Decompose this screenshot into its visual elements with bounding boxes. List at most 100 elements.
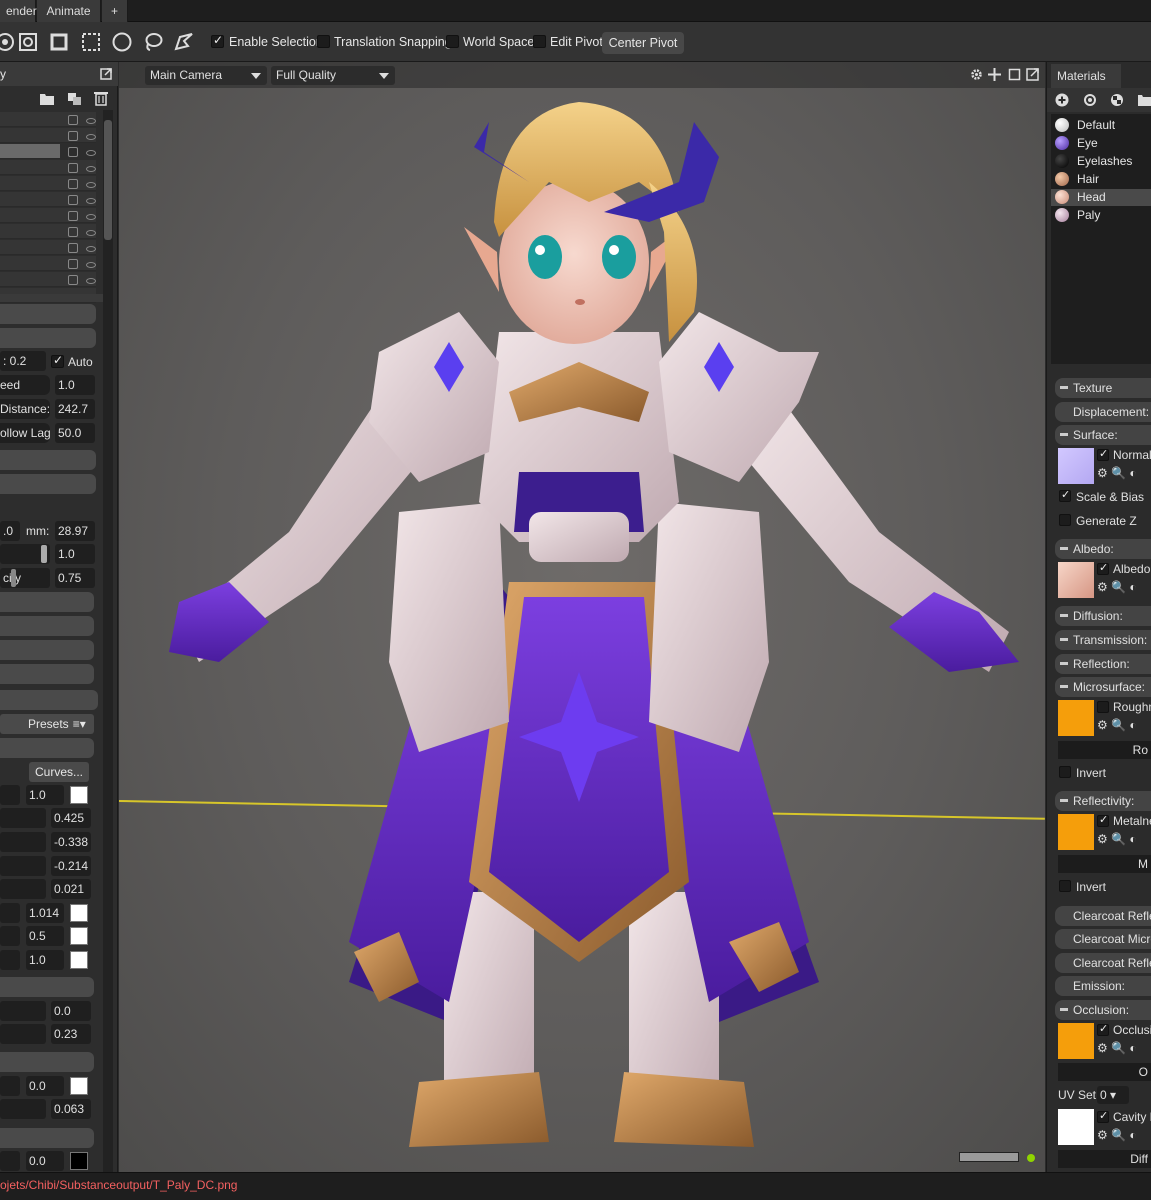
section-reflectivity[interactable]: Reflectivity: (1055, 791, 1151, 811)
section-header[interactable] (0, 304, 96, 324)
tab-animate[interactable]: Animate (37, 0, 101, 22)
metalness-map-checkbox[interactable] (1097, 813, 1109, 827)
value-field[interactable] (0, 1076, 20, 1096)
map-tools[interactable]: ⚙ 🔍 ◐ (1097, 1041, 1151, 1055)
occlusion-channel-button[interactable]: O (1058, 1063, 1151, 1081)
color-swatch[interactable] (70, 1077, 88, 1095)
eye-icon[interactable] (86, 198, 96, 204)
folder-icon[interactable] (1137, 93, 1151, 107)
value-field[interactable] (0, 832, 46, 852)
distance-field[interactable]: 242.7 (55, 399, 95, 419)
lock-icon[interactable] (68, 275, 78, 285)
value-field[interactable]: 0.063 (51, 1099, 91, 1119)
value-field[interactable] (0, 856, 46, 876)
value-field[interactable]: 1.0 (26, 785, 64, 805)
roughness-map-checkbox[interactable] (1097, 701, 1109, 713)
lock-icon[interactable] (68, 211, 78, 221)
value-field[interactable]: -0.214 (51, 856, 91, 876)
roughness-map-thumbnail[interactable] (1058, 700, 1094, 736)
value-field[interactable]: 0.021 (51, 879, 91, 899)
duplicate-icon[interactable] (67, 92, 83, 106)
lock-icon[interactable] (68, 163, 78, 173)
value-field[interactable]: 0.0 (51, 1001, 91, 1021)
section-clearcoat-reflection[interactable]: Clearcoat Refle (1055, 906, 1151, 926)
tab-add[interactable]: + (102, 0, 128, 22)
section-texture[interactable]: Texture (1055, 378, 1151, 398)
section-emission[interactable]: Emission: (1055, 976, 1151, 996)
generate-z-checkbox[interactable] (1059, 514, 1071, 526)
map-tools[interactable]: ⚙ 🔍 ◐ (1097, 466, 1151, 480)
section-clearcoat-reflectivity[interactable]: Clearcoat Refle (1055, 953, 1151, 973)
duplicate-material-icon[interactable] (1083, 93, 1097, 107)
maximize-icon[interactable] (1008, 68, 1021, 81)
outliner-row[interactable] (0, 224, 96, 239)
slider-value-field[interactable]: 1.0 (55, 544, 95, 564)
section-occlusion[interactable]: Occlusion: (1055, 1000, 1151, 1020)
section-header[interactable] (0, 977, 94, 997)
outliner-row[interactable] (0, 160, 96, 175)
map-tools[interactable]: ⚙ 🔍 ◐ (1097, 580, 1151, 594)
color-swatch[interactable] (70, 1152, 88, 1170)
value-field[interactable]: 0.425 (51, 808, 91, 828)
scale-icon[interactable] (17, 31, 39, 53)
section-header[interactable] (0, 640, 94, 660)
left-panel-scrollbar[interactable] (103, 110, 113, 1180)
value-field[interactable] (0, 1024, 46, 1044)
section-clearcoat-microsurface[interactable]: Clearcoat Micro (1055, 929, 1151, 949)
metalness-channel-button[interactable]: M (1058, 855, 1151, 873)
material-item-paly[interactable]: Paly (1051, 207, 1151, 224)
popout-icon[interactable] (1026, 68, 1039, 81)
outliner-row[interactable] (0, 128, 96, 143)
outliner-row-selected[interactable] (0, 144, 60, 159)
curves-button[interactable]: Curves... (29, 762, 89, 782)
slider-handle[interactable] (41, 545, 47, 563)
trash-icon[interactable] (94, 91, 108, 106)
occlusion-map-thumbnail[interactable] (1058, 1023, 1094, 1059)
section-diffusion[interactable]: Diffusion: (1055, 606, 1151, 626)
auto-value-field[interactable]: : 0.2 (0, 351, 46, 371)
center-pivot-button[interactable]: Center Pivot (602, 32, 684, 54)
material-item-eye[interactable]: Eye (1051, 135, 1151, 152)
gear-icon[interactable] (970, 68, 983, 81)
invert-checkbox[interactable] (1059, 880, 1071, 892)
outliner-row[interactable] (0, 192, 96, 207)
box-select-icon[interactable] (80, 31, 102, 53)
cavity-map-thumbnail[interactable] (1058, 1109, 1094, 1145)
speed-field[interactable]: 1.0 (55, 375, 95, 395)
section-albedo[interactable]: Albedo: (1055, 539, 1151, 559)
outliner-row[interactable] (0, 208, 96, 223)
outliner-row[interactable] (0, 112, 96, 127)
checker-icon[interactable] (1110, 93, 1124, 107)
rotate-icon[interactable] (0, 31, 16, 53)
color-swatch[interactable] (70, 951, 88, 969)
lock-icon[interactable] (68, 259, 78, 269)
section-header[interactable] (0, 664, 94, 684)
mm-left-field[interactable]: .0 (0, 521, 20, 541)
enable-selection-checkbox[interactable] (211, 33, 224, 48)
value-field[interactable] (0, 879, 46, 899)
lock-icon[interactable] (68, 131, 78, 141)
mm-field[interactable]: 28.97 (55, 521, 95, 541)
lock-icon[interactable] (68, 195, 78, 205)
value-field[interactable]: 0.5 (26, 926, 64, 946)
value-field[interactable]: 1.0 (26, 950, 64, 970)
material-item-default[interactable]: Default (1051, 117, 1151, 134)
popout-icon[interactable] (100, 68, 112, 80)
invert-checkbox[interactable] (1059, 766, 1071, 778)
value-field[interactable] (0, 1151, 20, 1171)
color-swatch[interactable] (70, 786, 88, 804)
outliner-row[interactable] (0, 256, 96, 271)
world-space-checkbox[interactable] (446, 35, 459, 48)
eye-icon[interactable] (86, 182, 96, 188)
value-field[interactable] (0, 1099, 46, 1119)
section-header[interactable] (0, 1128, 94, 1148)
lock-icon[interactable] (68, 179, 78, 189)
normal-map-checkbox[interactable] (1097, 447, 1109, 461)
albedo-map-checkbox[interactable] (1097, 561, 1109, 575)
scrollbar-thumb[interactable] (104, 120, 112, 240)
outliner-row[interactable] (0, 240, 96, 255)
eye-icon[interactable] (86, 246, 96, 252)
value-field[interactable]: -0.338 (51, 832, 91, 852)
eye-icon[interactable] (86, 134, 96, 140)
auto-checkbox[interactable] (51, 353, 64, 368)
